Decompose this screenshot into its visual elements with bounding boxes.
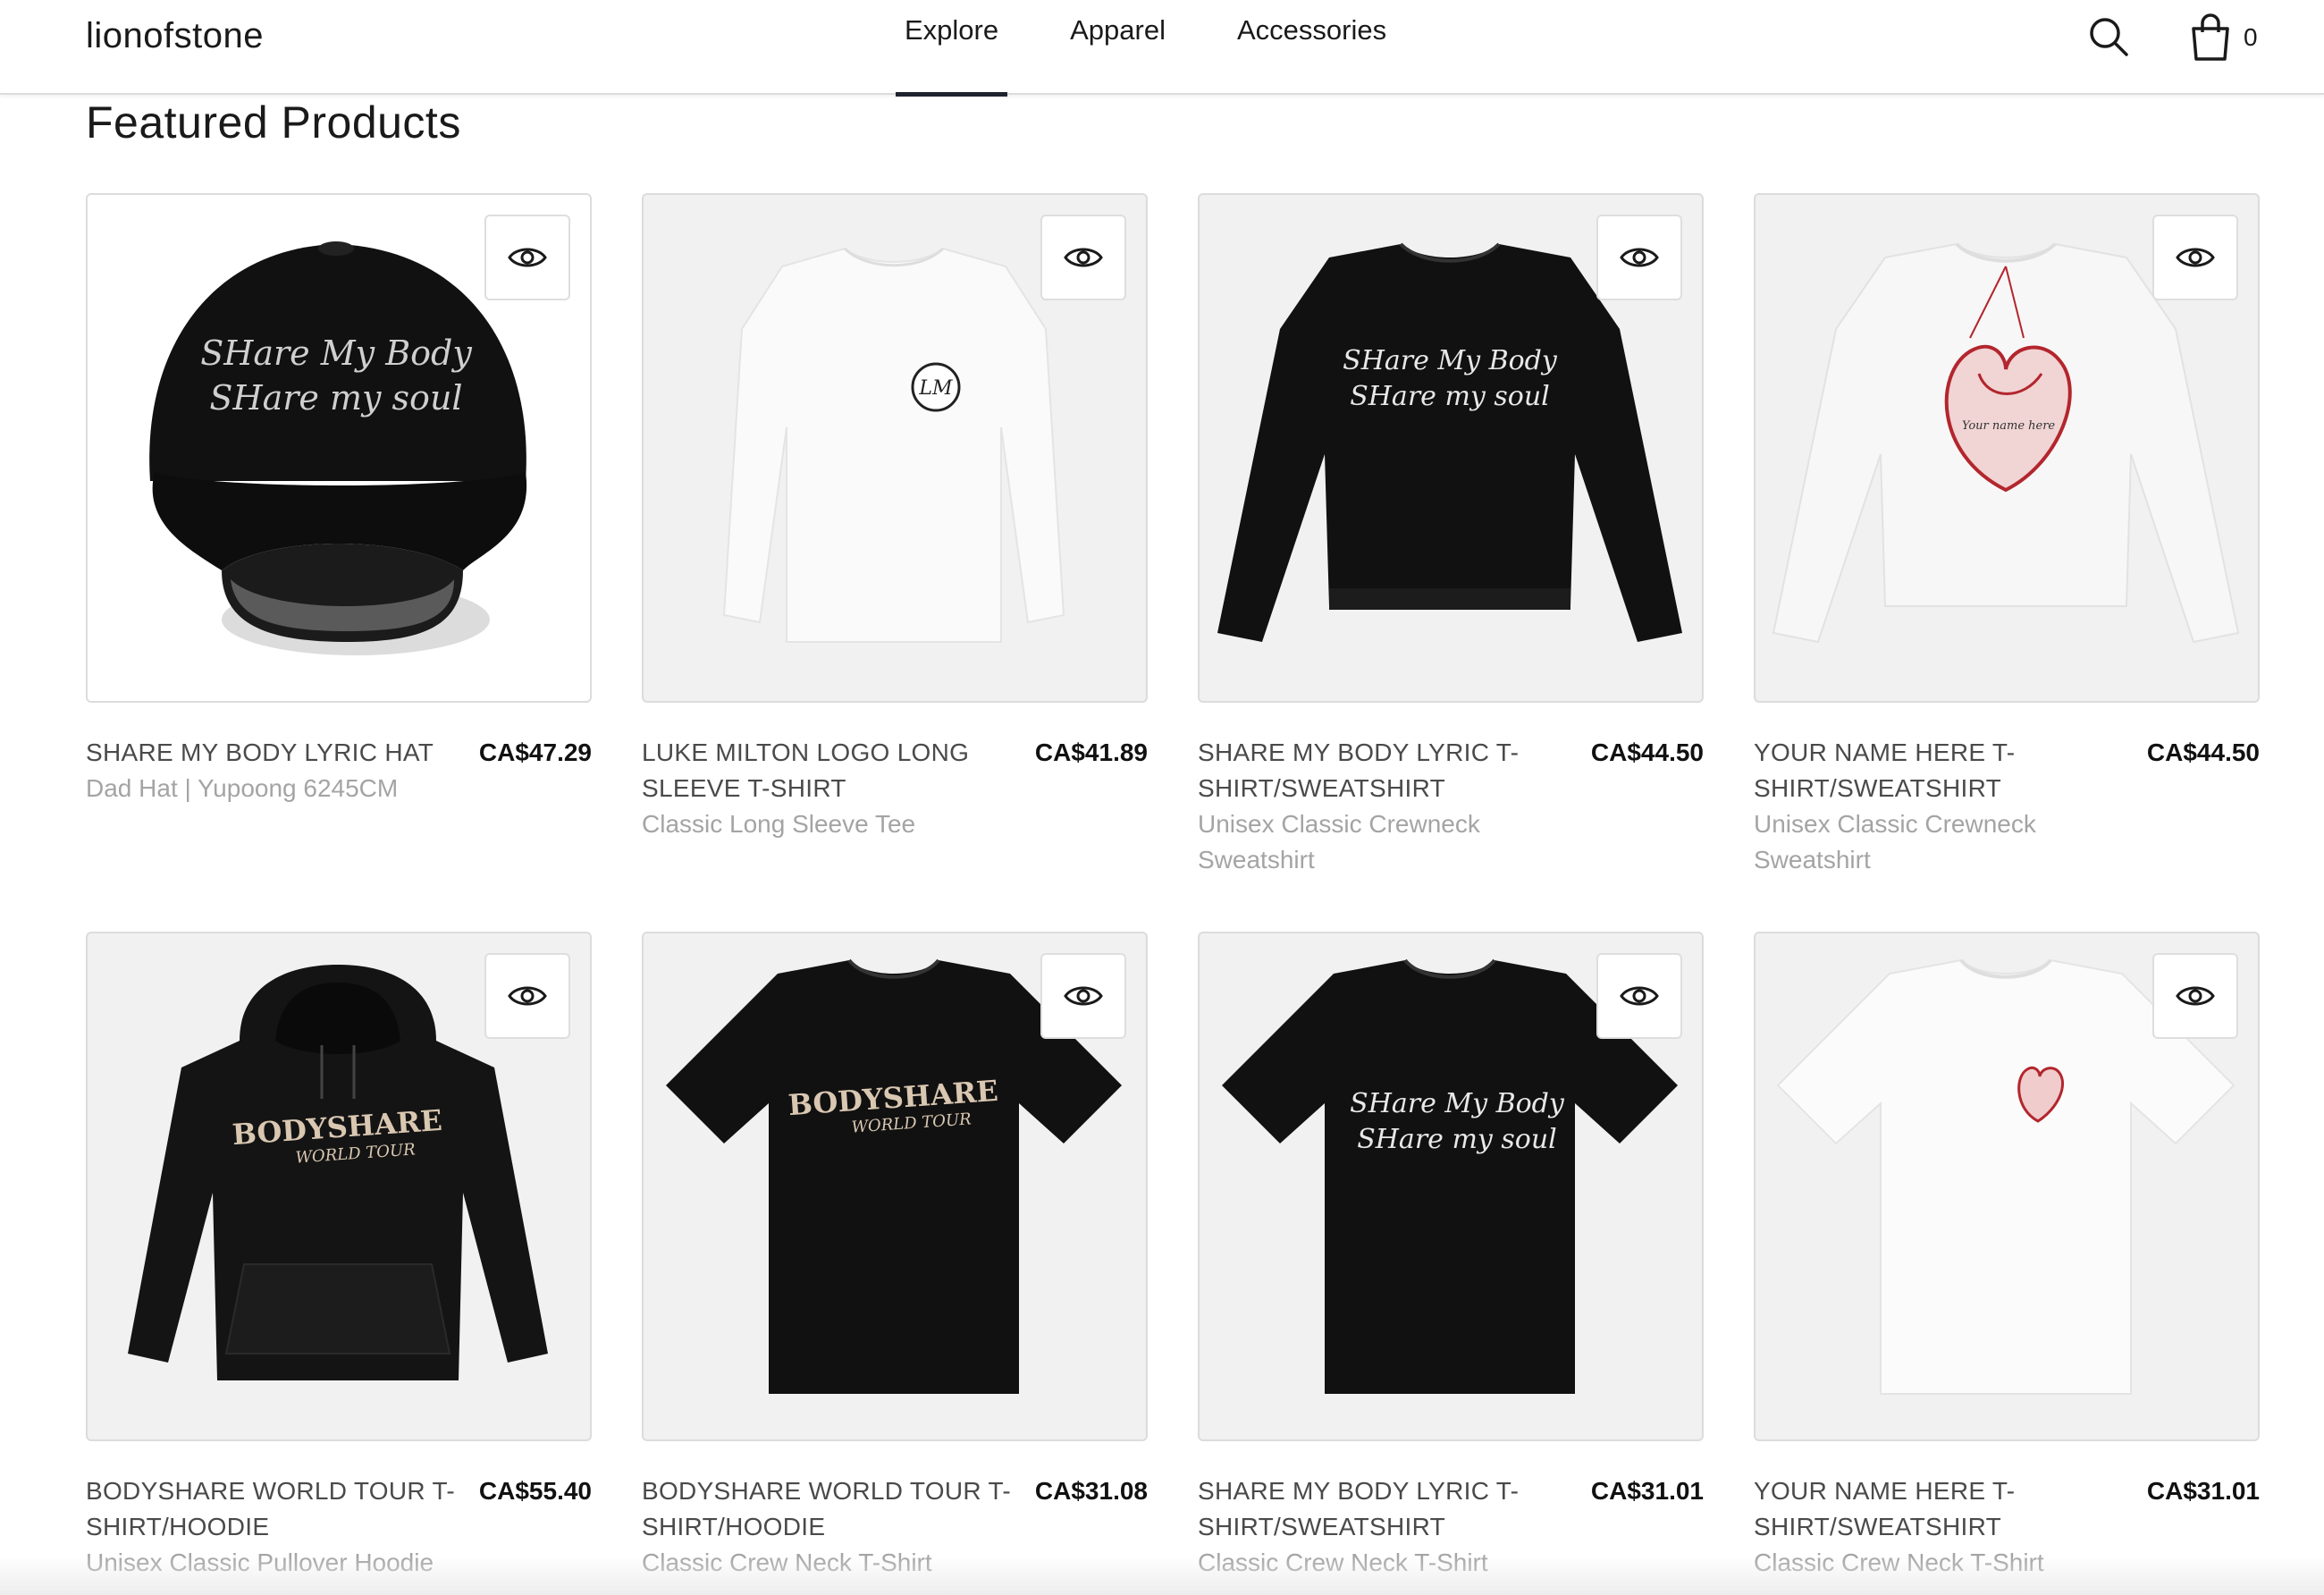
eye-icon bbox=[1064, 248, 1103, 267]
product-info: SHARE MY BODY LYRIC HAT CA$47.29 Dad Hat… bbox=[86, 735, 592, 851]
product-info: SHARE MY BODY LYRIC T-SHIRT/SWEATSHIRT C… bbox=[1198, 735, 1704, 873]
product-image[interactable]: SHare My Body SHare my soul bbox=[1198, 193, 1704, 703]
product-name[interactable]: BODYSHARE WORLD TOUR T-SHIRT/HOODIE bbox=[642, 1473, 1017, 1545]
quick-view-button[interactable] bbox=[1040, 215, 1126, 300]
product-card[interactable]: SHare My Body SHare my soul SHARE MY BOD… bbox=[1198, 193, 1704, 873]
product-price: CA$44.50 bbox=[2146, 738, 2260, 766]
product-name[interactable]: LUKE MILTON LOGO LONG SLEEVE T-SHIRT bbox=[642, 735, 1017, 806]
product-price: CA$44.50 bbox=[1590, 738, 1704, 766]
product-price: CA$55.40 bbox=[478, 1477, 592, 1505]
quick-view-button[interactable] bbox=[1596, 215, 1682, 300]
eye-icon bbox=[1064, 986, 1103, 1006]
product-name[interactable]: YOUR NAME HERE T-SHIRT/SWEATSHIRT bbox=[1754, 735, 2129, 806]
nav-apparel[interactable]: Apparel bbox=[1061, 0, 1175, 95]
quick-view-button[interactable] bbox=[1040, 953, 1126, 1039]
product-card[interactable]: LM LUKE MILTON LOGO LONG SLEEVE T-SHIRT … bbox=[642, 193, 1148, 851]
product-card[interactable]: SHare My Body SHare my soul SHARE MY BOD… bbox=[86, 193, 592, 851]
search-icon[interactable] bbox=[2086, 14, 2131, 59]
quick-view-button[interactable] bbox=[484, 215, 570, 300]
eye-icon bbox=[508, 248, 547, 267]
product-price: CA$31.01 bbox=[1590, 1477, 1704, 1505]
lyric-line-2: SHare my soul bbox=[1350, 381, 1550, 412]
heart-caption: Your name here bbox=[1962, 419, 2056, 433]
product-info: LUKE MILTON LOGO LONG SLEEVE T-SHIRT CA$… bbox=[642, 735, 1148, 851]
section-title: Featured Products bbox=[86, 97, 461, 148]
product-variant: Dad Hat | Yupoong 6245CM bbox=[86, 774, 399, 802]
product-name[interactable]: YOUR NAME HERE T-SHIRT/SWEATSHIRT bbox=[1754, 1473, 2129, 1545]
product-name[interactable]: SHARE MY BODY LYRIC T-SHIRT/SWEATSHIRT bbox=[1198, 1473, 1573, 1545]
eye-icon bbox=[508, 986, 547, 1006]
main-nav: Explore Apparel Accessories bbox=[896, 0, 1395, 97]
product-variant: Classic Long Sleeve Tee bbox=[642, 810, 916, 838]
product-image[interactable] bbox=[1754, 932, 2260, 1441]
product-image[interactable]: Your name here bbox=[1754, 193, 2260, 703]
product-price: CA$31.08 bbox=[1034, 1477, 1148, 1505]
product-name[interactable]: BODYSHARE WORLD TOUR T-SHIRT/HOODIE bbox=[86, 1473, 461, 1545]
cart-count: 0 bbox=[2244, 23, 2258, 51]
eye-icon bbox=[2176, 248, 2215, 267]
product-card[interactable]: YOUR NAME HERE T-SHIRT/SWEATSHIRT CA$31.… bbox=[1754, 932, 2260, 1590]
product-name[interactable]: SHARE MY BODY LYRIC T-SHIRT/SWEATSHIRT bbox=[1198, 735, 1573, 806]
product-image[interactable]: LM bbox=[642, 193, 1148, 703]
quick-view-button[interactable] bbox=[2152, 215, 2238, 300]
quick-view-button[interactable] bbox=[484, 953, 570, 1039]
quick-view-button[interactable] bbox=[1596, 953, 1682, 1039]
product-name[interactable]: SHARE MY BODY LYRIC HAT bbox=[86, 735, 461, 771]
eye-icon bbox=[1620, 986, 1659, 1006]
store-logo[interactable]: lionofstone bbox=[86, 16, 264, 56]
product-price: CA$41.89 bbox=[1034, 738, 1148, 766]
product-image[interactable]: SHare My Body SHare my soul bbox=[1198, 932, 1704, 1441]
product-card[interactable]: Your name here YOUR NAME HERE T-SHIRT/SW… bbox=[1754, 193, 2260, 873]
lyric-line-2: SHare my soul bbox=[1357, 1124, 1557, 1155]
shopping-bag-icon[interactable] bbox=[2186, 13, 2235, 63]
product-card[interactable]: BODYSHARE WORLD TOUR BODYSHARE WORLD TOU… bbox=[642, 932, 1148, 1590]
nav-accessories[interactable]: Accessories bbox=[1228, 0, 1395, 95]
lm-logo: LM bbox=[918, 377, 953, 400]
eye-icon bbox=[2176, 986, 2215, 1006]
lyric-line-1: SHare My Body bbox=[1350, 1088, 1565, 1119]
product-card[interactable]: SHare My Body SHare my soul SHARE MY BOD… bbox=[1198, 932, 1704, 1590]
product-variant: Unisex Classic Crewneck Sweatshirt bbox=[1198, 810, 1480, 873]
site-header: lionofstone Explore Apparel Accessories … bbox=[0, 0, 2324, 97]
product-image[interactable]: SHare My Body SHare my soul bbox=[86, 193, 592, 703]
lyric-line-1: SHare My Body bbox=[1343, 345, 1558, 376]
product-card[interactable]: BODYSHARE WORLD TOUR BODYSHARE WORLD TOU… bbox=[86, 932, 592, 1590]
lyric-line-1: SHare My Body bbox=[200, 333, 472, 373]
lyric-line-2: SHare my soul bbox=[209, 378, 462, 418]
eye-icon bbox=[1620, 248, 1659, 267]
bottom-fade bbox=[0, 1556, 2324, 1595]
product-price: CA$47.29 bbox=[478, 738, 592, 766]
product-info: YOUR NAME HERE T-SHIRT/SWEATSHIRT CA$44.… bbox=[1754, 735, 2260, 873]
product-image[interactable]: BODYSHARE WORLD TOUR bbox=[642, 932, 1148, 1441]
product-image[interactable]: BODYSHARE WORLD TOUR bbox=[86, 932, 592, 1441]
nav-explore[interactable]: Explore bbox=[896, 0, 1008, 97]
product-variant: Unisex Classic Crewneck Sweatshirt bbox=[1754, 810, 2036, 873]
product-price: CA$31.01 bbox=[2146, 1477, 2260, 1505]
quick-view-button[interactable] bbox=[2152, 953, 2238, 1039]
